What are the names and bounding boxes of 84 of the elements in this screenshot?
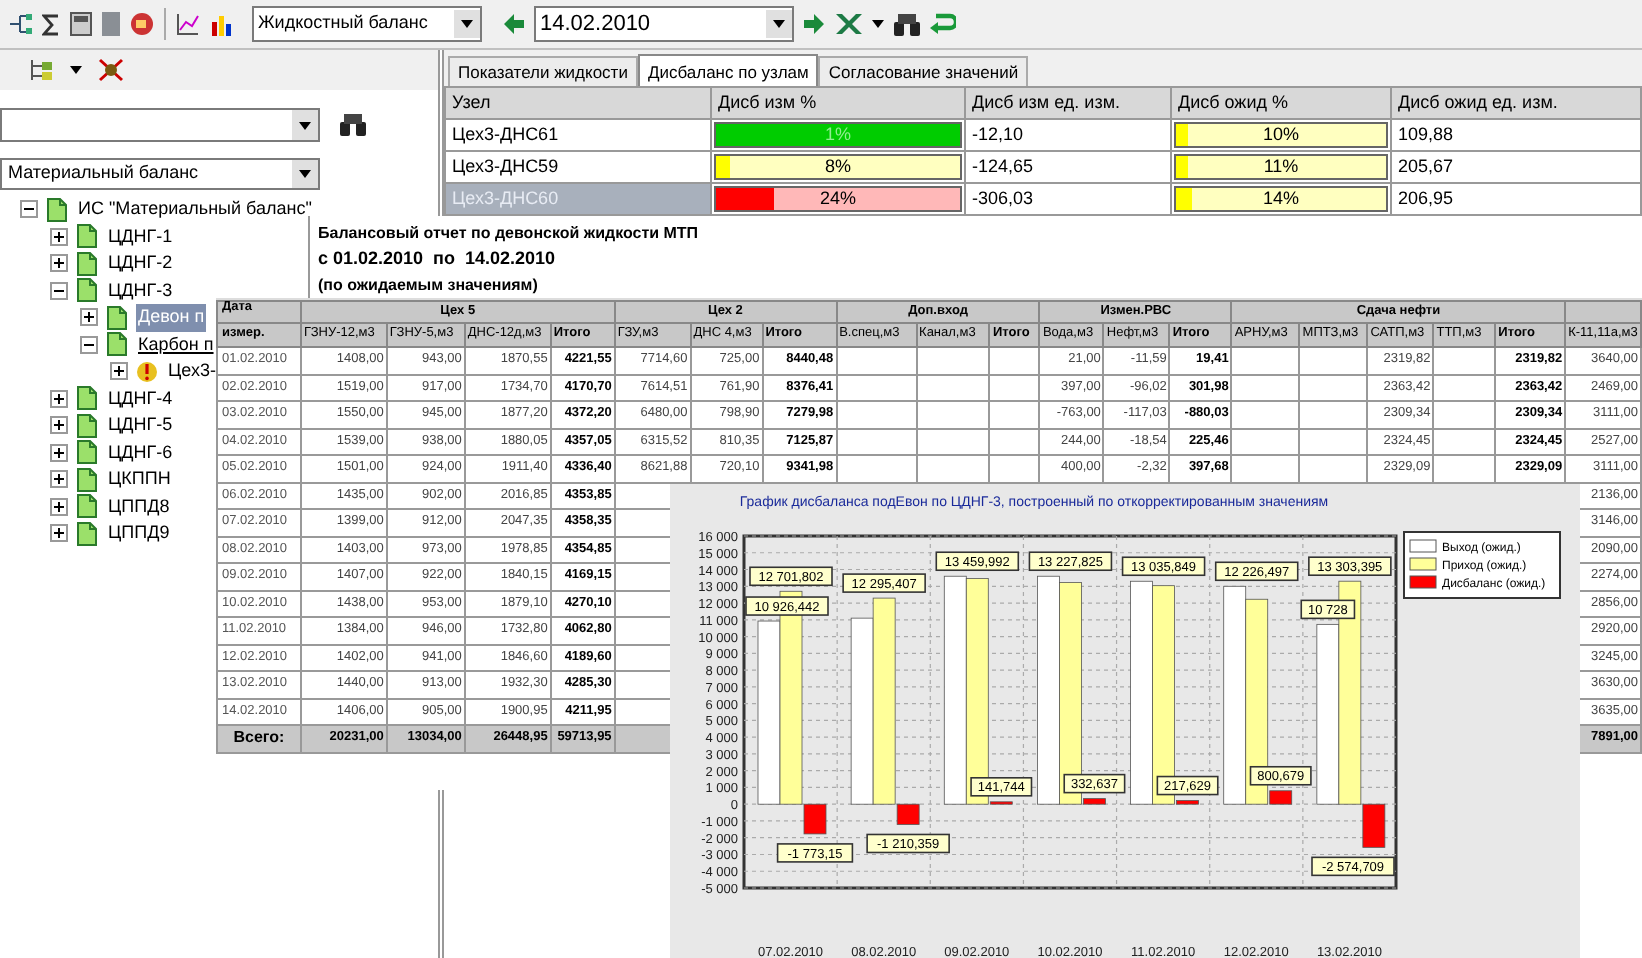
tab[interactable]: Показатели жидкости — [448, 56, 638, 86]
tree-item[interactable]: ЦДНГ-5 — [106, 412, 175, 439]
expand-icon[interactable] — [50, 470, 68, 489]
back-arrow-icon[interactable] — [504, 14, 524, 34]
tree-item[interactable]: ЦКППН — [106, 466, 173, 493]
hierarchy-icon[interactable] — [28, 58, 54, 82]
node-cell[interactable]: Цех3-ДНС61 — [445, 119, 711, 151]
warning-icon — [136, 359, 158, 384]
tree-item[interactable]: ИС "Материальный баланс" — [76, 196, 314, 223]
expand-icon[interactable] — [50, 389, 68, 408]
tab[interactable]: Дисбаланс по узлам — [637, 54, 819, 88]
document-icon — [76, 521, 98, 546]
tree-item[interactable]: ЦДНГ-2 — [106, 250, 175, 277]
report-period: с 01.02.2010 по 14.02.2010 — [318, 246, 558, 272]
tree-item[interactable]: ЦППД8 — [106, 493, 172, 520]
document-icon — [76, 278, 98, 303]
expand-icon[interactable] — [50, 254, 68, 273]
date-field[interactable]: 14.02.2010 — [534, 6, 794, 42]
combo-value: Жидкостный баланс — [258, 10, 428, 37]
search-combo[interactable] — [0, 107, 320, 141]
expand-icon[interactable] — [110, 362, 128, 381]
percent-value: 8% — [824, 153, 851, 180]
percent-value: 11% — [1263, 153, 1299, 180]
table-cell: -12,10 — [965, 119, 1171, 151]
bug-icon[interactable] — [98, 58, 124, 82]
percent-value: 24% — [819, 185, 856, 212]
caret-icon[interactable] — [70, 66, 82, 74]
report-title: Балансовый отчет по девонской жидкости МТП — [318, 222, 699, 246]
collapse-icon[interactable] — [80, 335, 98, 354]
percent-value: 14% — [1262, 185, 1299, 212]
document-icon — [76, 413, 98, 438]
total-label: Всего: — [217, 725, 301, 752]
tree-item[interactable]: ЦДНГ-3 — [106, 277, 175, 304]
tree-item[interactable]: ЦППД9 — [106, 520, 172, 547]
excel-icon[interactable] — [834, 12, 862, 36]
caret-icon[interactable] — [872, 20, 884, 28]
percent-value: 1% — [824, 121, 851, 148]
tree-item[interactable]: ЦДНГ-1 — [106, 223, 175, 250]
table-cell: -124,65 — [965, 151, 1171, 183]
document-icon — [76, 440, 98, 465]
node-cell[interactable]: Цех3-ДНС59 — [445, 151, 711, 183]
sum-icon[interactable] — [42, 13, 60, 35]
expand-icon[interactable] — [50, 524, 68, 543]
bar-chart-icon[interactable] — [210, 12, 234, 36]
tree-item[interactable]: Карбон п — [136, 331, 216, 358]
expand-icon[interactable] — [50, 227, 68, 246]
combo-value: Материальный баланс — [8, 160, 199, 187]
column-header: Дисб ожид ед. изм. — [1391, 87, 1641, 119]
document-icon — [76, 494, 98, 519]
tree-icon[interactable] — [8, 12, 32, 36]
document-icon — [76, 251, 98, 276]
expand-icon[interactable] — [80, 308, 98, 327]
collapse-icon[interactable] — [20, 200, 38, 219]
report-note: (по ожидаемым значениям) — [318, 274, 540, 298]
column-header: Дисб изм % — [711, 87, 965, 119]
table-cell: 109,88 — [1391, 119, 1641, 151]
binoculars-icon[interactable] — [340, 113, 366, 135]
document-icon — [76, 386, 98, 411]
forward-arrow-icon[interactable] — [804, 14, 824, 34]
column-header: Дисб ожид % — [1171, 87, 1391, 119]
tree-item[interactable]: Цех3- — [166, 358, 218, 385]
tree-item[interactable]: ЦДНГ-4 — [106, 385, 175, 412]
date-value: 14.02.2010 — [540, 9, 651, 40]
report-combo[interactable]: Жидкостный баланс — [252, 6, 482, 42]
document-icon — [76, 467, 98, 492]
binoculars-icon[interactable] — [894, 13, 920, 35]
document-icon — [46, 197, 68, 222]
document-icon — [106, 305, 128, 330]
calculator-icon[interactable] — [70, 12, 92, 36]
expand-icon[interactable] — [50, 443, 68, 462]
percent-value: 10% — [1262, 121, 1299, 148]
document-icon — [76, 224, 98, 249]
expand-icon[interactable] — [50, 416, 68, 435]
tree-item[interactable]: ЦДНГ-6 — [106, 439, 175, 466]
table-cell: 205,67 — [1391, 151, 1641, 183]
balance-combo[interactable]: Материальный баланс — [0, 158, 320, 190]
document-icon — [106, 332, 128, 357]
column-header: Узел — [445, 87, 711, 119]
collapse-icon[interactable] — [50, 281, 68, 300]
expand-icon[interactable] — [50, 497, 68, 516]
column-header: Дисб изм ед. изм. — [965, 87, 1171, 119]
exit-icon[interactable] — [930, 12, 956, 36]
tab[interactable]: Согласование значений — [818, 56, 1029, 86]
line-chart-icon[interactable] — [176, 12, 200, 36]
